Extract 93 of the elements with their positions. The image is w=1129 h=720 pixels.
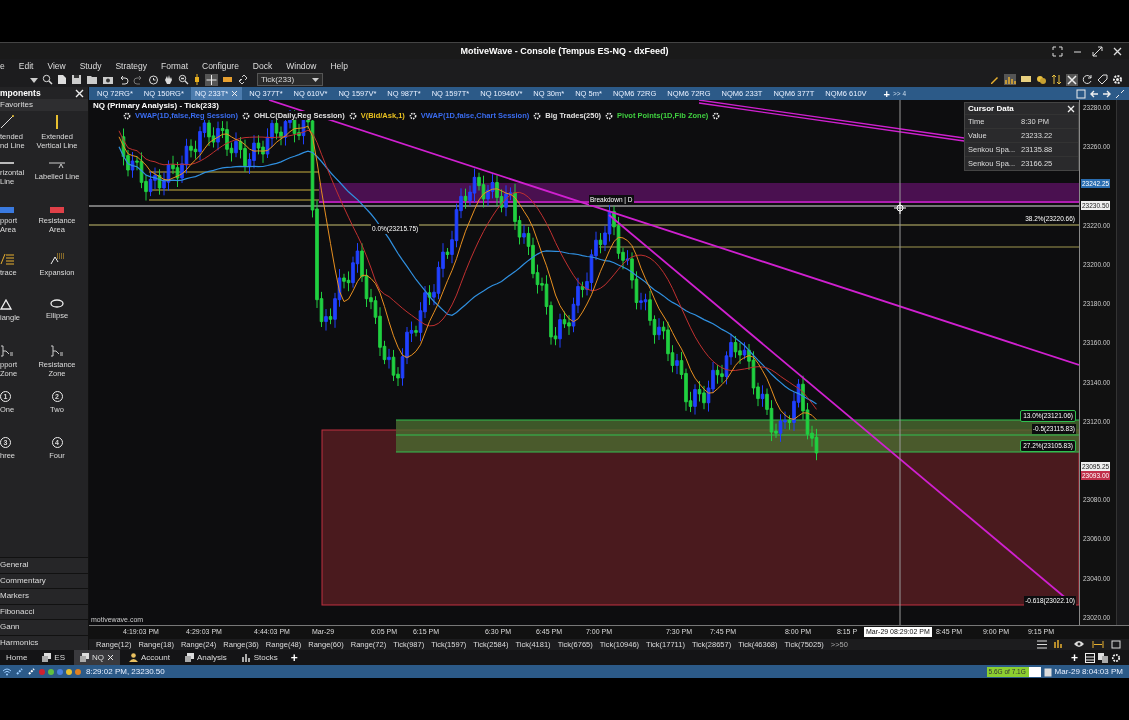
undo-icon[interactable] (118, 74, 129, 86)
menu-item[interactable]: Help (330, 60, 348, 71)
person-icon (129, 653, 138, 663)
settings-icon[interactable] (408, 111, 417, 120)
ellipse-icon (50, 299, 64, 309)
support-area-icon (0, 207, 14, 214)
menu-item[interactable]: Window (286, 60, 317, 71)
sort-icon[interactable] (1051, 74, 1062, 86)
settings-icon[interactable] (533, 111, 542, 120)
forward-arrow-icon[interactable] (1102, 88, 1112, 99)
windows-icon (80, 653, 89, 663)
menu-item[interactable]: Study (79, 60, 102, 71)
camera-icon[interactable] (102, 74, 114, 86)
favorites-header[interactable]: Favorites (0, 99, 88, 112)
table-icon[interactable] (1085, 652, 1095, 663)
menu-item[interactable]: Dock (252, 60, 273, 71)
settings-icon[interactable] (1111, 652, 1121, 663)
menu-icon[interactable] (1037, 639, 1047, 649)
windows-icon (42, 653, 52, 663)
workspace-tab[interactable]: Stocks (235, 650, 284, 666)
triangle-icon (0, 299, 12, 311)
copy-icon[interactable] (1098, 652, 1108, 663)
panel-title: mponents (0, 88, 41, 99)
document-icon[interactable] (57, 74, 67, 86)
settings-icon[interactable] (123, 111, 131, 120)
labelled-line-icon (49, 161, 65, 170)
zoom-icon[interactable] (178, 74, 189, 86)
menu-item[interactable]: View (47, 60, 66, 71)
menu-item[interactable]: Configure (202, 60, 239, 71)
settings-icon[interactable] (1112, 74, 1123, 86)
bar-size-dropdown[interactable]: Tick(233) (257, 73, 324, 87)
bar-chart-icon (241, 653, 251, 663)
price-readout: 8:29:02 PM, 23230.50 (86, 667, 165, 677)
crosshair-icon[interactable] (205, 73, 218, 86)
calendar-icon[interactable] (1111, 639, 1121, 650)
retracement-icon (0, 253, 14, 266)
pencil-icon[interactable] (989, 74, 1000, 86)
add-tab-button[interactable]: + (883, 87, 891, 100)
settings-icon[interactable] (712, 111, 721, 120)
hand-icon[interactable] (163, 74, 174, 86)
expansion-icon (50, 253, 64, 266)
trend-line-icon (0, 115, 14, 130)
crosshair-icon (893, 201, 907, 215)
back-arrow-icon[interactable] (1089, 88, 1099, 99)
caret-icon[interactable] (312, 76, 320, 83)
settings-icon[interactable] (241, 111, 250, 120)
alarm-icon[interactable] (148, 74, 159, 86)
close-icon[interactable] (75, 88, 84, 98)
resistance-area-icon (50, 207, 64, 214)
add-tab-button[interactable]: + (286, 650, 302, 665)
panel-title: Cursor Data (968, 104, 1014, 114)
refresh-icon[interactable] (1082, 74, 1093, 86)
collapse-icon[interactable] (1115, 88, 1125, 99)
maximize-icon[interactable] (1092, 46, 1103, 57)
add-tab-button[interactable]: + (1067, 650, 1082, 665)
settings-icon[interactable] (605, 111, 614, 120)
coins-icon[interactable] (1036, 74, 1047, 86)
fullscreen-icon[interactable] (1052, 46, 1063, 57)
clipboard-icon (1043, 666, 1052, 677)
vertical-line-icon (55, 115, 59, 130)
redo-icon[interactable] (133, 74, 144, 86)
chart-title: NQ (Primary Analysis) - Tick(233) (93, 101, 220, 111)
zone-icon (50, 345, 64, 358)
menu-item[interactable]: Strategy (115, 60, 148, 71)
workspace-tab[interactable]: Home (0, 650, 34, 666)
window-title: MotiveWave - Console (Tempus ES-NQ - dxFeed) (460, 45, 669, 56)
candle-icon[interactable] (193, 74, 201, 86)
close-icon[interactable] (1112, 46, 1123, 57)
workspace-tab[interactable]: NQ (74, 650, 120, 666)
menu-item[interactable]: Edit (18, 60, 34, 71)
eye-icon[interactable] (1073, 640, 1085, 649)
menu-item[interactable]: e (0, 60, 5, 71)
search-icon[interactable] (42, 74, 53, 86)
windows-icon (184, 653, 194, 663)
close-icon[interactable] (107, 654, 114, 662)
detach-icon[interactable] (1076, 88, 1086, 99)
horizontal-line-icon (0, 161, 14, 166)
settings-icon[interactable] (348, 111, 357, 120)
save-icon[interactable] (71, 74, 82, 86)
clock: Mar-29 8:04:03 PM (1054, 667, 1123, 677)
menu-item[interactable]: Format (161, 60, 188, 71)
tools-icon[interactable] (1066, 73, 1078, 86)
spacing-icon[interactable] (1092, 639, 1104, 649)
zone-icon (0, 345, 14, 358)
bar-chart-icon[interactable] (1004, 74, 1016, 86)
tag-icon[interactable] (1097, 74, 1108, 86)
workspace-tab[interactable]: ES (36, 650, 71, 666)
wifi-icon (2, 667, 12, 677)
link-icon[interactable] (237, 74, 249, 86)
close-icon[interactable] (1067, 104, 1075, 113)
folder-icon[interactable] (86, 74, 98, 86)
workspace-tab[interactable]: Account (123, 650, 176, 666)
workspace-tab[interactable]: Analysis (178, 650, 233, 666)
